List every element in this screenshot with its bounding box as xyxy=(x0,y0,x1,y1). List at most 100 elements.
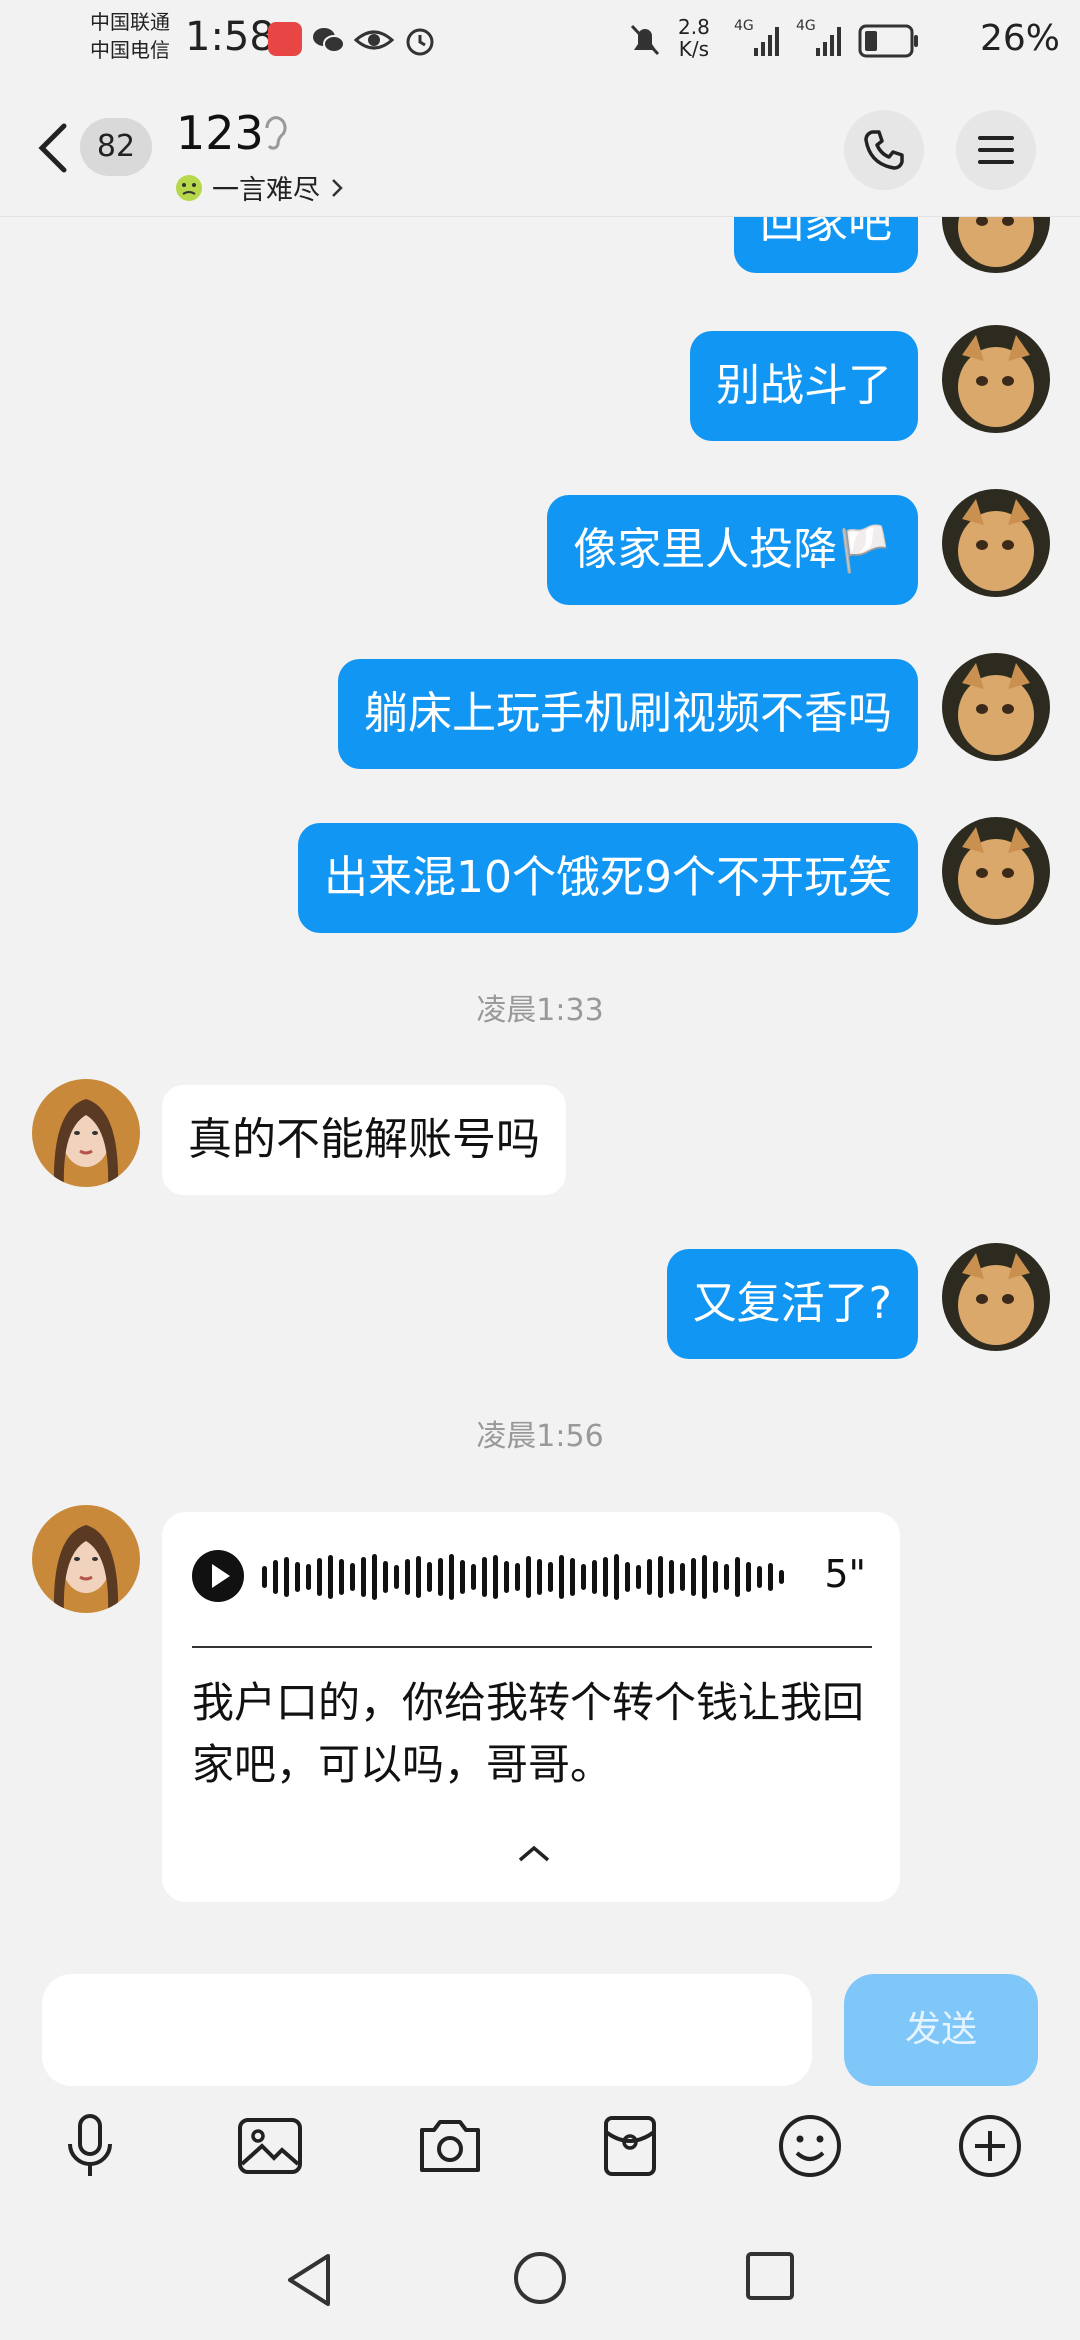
emoji-icon xyxy=(779,2115,841,2177)
waveform-bar xyxy=(350,1563,355,1591)
message-outgoing[interactable]: 回家吧 xyxy=(734,217,918,273)
input-toolbar xyxy=(0,2106,1080,2196)
waveform-bar xyxy=(658,1556,663,1598)
chevron-up-icon[interactable] xyxy=(516,1842,552,1866)
red-packet-button[interactable] xyxy=(590,2106,670,2186)
waveform-bar xyxy=(427,1562,432,1592)
waveform-bar xyxy=(394,1565,399,1589)
contact-avatar[interactable] xyxy=(32,1079,140,1187)
waveform-bar xyxy=(779,1570,784,1584)
net-speed-value: 2.8 xyxy=(678,15,710,39)
message-input[interactable] xyxy=(42,1974,812,2086)
waveform-bar xyxy=(262,1566,267,1588)
waveform-bar xyxy=(471,1564,476,1590)
send-button[interactable]: 发送 xyxy=(844,1974,1038,2086)
waveform-bar xyxy=(559,1555,564,1599)
unread-count-badge[interactable]: 82 xyxy=(80,118,152,176)
voice-input-button[interactable] xyxy=(50,2106,130,2186)
waveform-bar xyxy=(625,1562,630,1592)
message-timestamp: 凌晨1:56 xyxy=(476,1419,604,1454)
more-button[interactable] xyxy=(950,2106,1030,2186)
message-input-bar: 发送 xyxy=(0,1956,1080,2106)
my-avatar[interactable] xyxy=(942,653,1050,761)
waveform-bar xyxy=(339,1559,344,1595)
signal-2-icon xyxy=(816,27,841,56)
nav-home-icon[interactable] xyxy=(512,2250,568,2306)
message-outgoing[interactable]: 躺床上玩手机刷视频不香吗 xyxy=(338,659,918,769)
waveform-bar xyxy=(570,1558,575,1596)
message-outgoing[interactable]: 别战斗了 xyxy=(690,331,918,441)
wechat-icon xyxy=(313,28,345,53)
play-icon[interactable] xyxy=(190,1548,246,1604)
my-avatar[interactable] xyxy=(942,217,1050,273)
my-avatar[interactable] xyxy=(942,1243,1050,1351)
waveform-bar xyxy=(438,1558,443,1596)
my-avatar[interactable] xyxy=(942,817,1050,925)
waveform-bar xyxy=(680,1563,685,1591)
waveform-bar xyxy=(515,1563,520,1591)
waveform-bar xyxy=(493,1555,498,1599)
divider xyxy=(192,1646,872,1648)
message-outgoing[interactable]: 又复活了? xyxy=(666,1249,918,1359)
waveform-bar xyxy=(504,1561,509,1593)
phone-icon xyxy=(864,130,904,170)
waveform-bar xyxy=(526,1556,531,1598)
my-avatar[interactable] xyxy=(942,325,1050,433)
waveform-bar xyxy=(306,1564,311,1590)
message-incoming[interactable]: 真的不能解账号吗 xyxy=(162,1085,566,1195)
call-button[interactable] xyxy=(844,110,924,190)
chat-title[interactable]: 123 xyxy=(176,106,264,160)
battery-percent: 26% xyxy=(979,18,1060,59)
image-button[interactable] xyxy=(230,2106,310,2186)
voice-waveform xyxy=(262,1554,784,1600)
waveform-bar xyxy=(636,1565,641,1589)
microphone-icon xyxy=(68,2114,112,2176)
status-text: 一言难尽 xyxy=(212,175,320,206)
waveform-bar xyxy=(328,1555,333,1599)
red-packet-icon xyxy=(604,2116,656,2176)
camera-icon xyxy=(420,2120,480,2172)
network-speed: 2.8 K/s xyxy=(678,16,710,60)
waveform-bar xyxy=(284,1557,289,1597)
emoji-button[interactable] xyxy=(770,2106,850,2186)
waveform-bar xyxy=(746,1562,751,1592)
voice-message[interactable]: 5" 我户口的，你给我转个转个钱让我回家吧，可以吗，哥哥。 xyxy=(162,1512,900,1902)
app-notification-icon xyxy=(268,22,302,56)
back-arrow-icon[interactable] xyxy=(32,118,72,178)
waveform-bar xyxy=(537,1559,542,1595)
voice-transcript: 我户口的，你给我转个转个钱让我回家吧，可以吗，哥哥。 xyxy=(192,1678,865,1789)
waveform-bar xyxy=(548,1562,553,1592)
waveform-bar xyxy=(702,1555,707,1599)
message-outgoing[interactable]: 出来混10个饿死9个不开玩笑 xyxy=(298,823,918,933)
waveform-bar xyxy=(669,1560,674,1594)
message-list: 回家吧 别战斗了 像家里人投降🏳️ 躺床上玩手机刷视频不香吗 出来混10个饿死9… xyxy=(0,217,1080,1956)
chevron-right-icon xyxy=(332,178,343,197)
status-line[interactable]: 一言难尽 xyxy=(174,168,346,207)
waveform-bar xyxy=(603,1557,608,1597)
menu-button[interactable] xyxy=(956,110,1036,190)
waveform-bar xyxy=(735,1557,740,1597)
mute-bell-icon xyxy=(630,24,660,56)
my-avatar[interactable] xyxy=(942,489,1050,597)
waveform-bar xyxy=(460,1560,465,1594)
contact-avatar[interactable] xyxy=(32,1505,140,1613)
waveform-bar xyxy=(317,1558,322,1596)
nav-back-icon[interactable] xyxy=(282,2250,336,2310)
waveform-bar xyxy=(405,1559,410,1595)
waveform-bar xyxy=(614,1554,619,1600)
system-nav-bar xyxy=(0,2230,1080,2340)
carrier-2: 中国电信 xyxy=(90,38,170,62)
waveform-bar xyxy=(768,1563,773,1591)
waveform-bar xyxy=(581,1564,586,1590)
image-icon xyxy=(238,2118,302,2174)
signal-1-icon xyxy=(754,27,779,56)
message-outgoing[interactable]: 像家里人投降🏳️ xyxy=(547,495,918,605)
waveform-bar xyxy=(361,1557,366,1597)
camera-button[interactable] xyxy=(410,2106,490,2186)
waveform-bar xyxy=(724,1564,729,1590)
nav-recents-icon[interactable] xyxy=(744,2250,796,2302)
waveform-bar xyxy=(416,1556,421,1598)
waveform-bar xyxy=(273,1560,278,1594)
waveform-bar xyxy=(713,1561,718,1593)
plus-circle-icon xyxy=(959,2115,1021,2177)
